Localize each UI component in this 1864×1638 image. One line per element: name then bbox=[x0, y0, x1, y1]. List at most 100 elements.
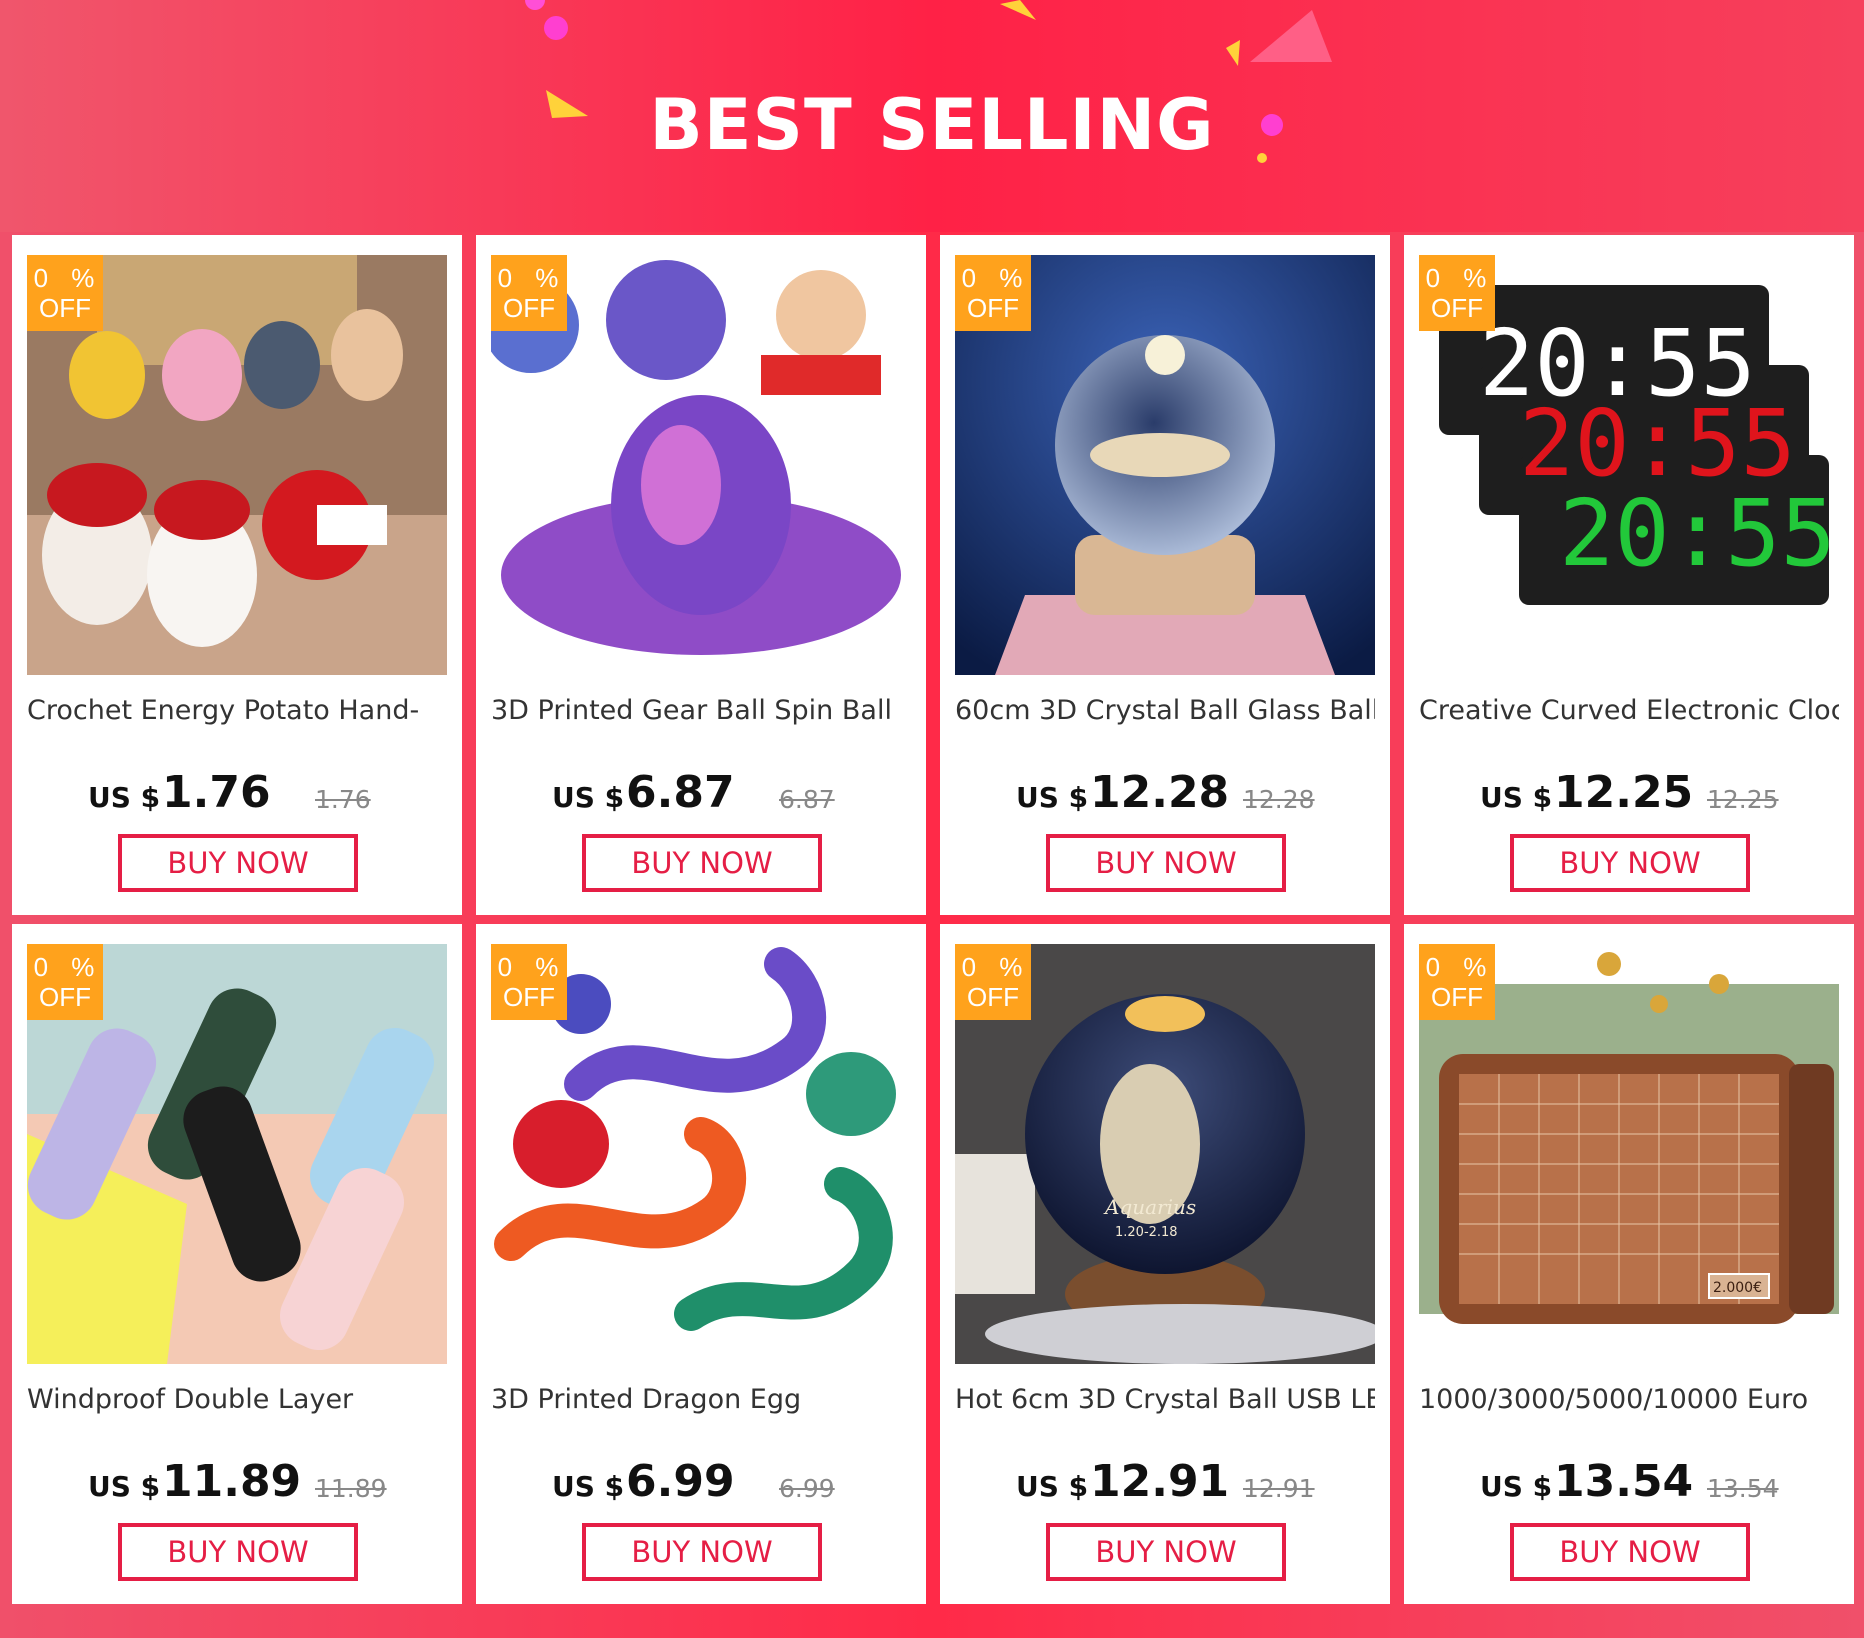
currency-label: US $ bbox=[88, 1470, 161, 1503]
sale-price: 6.87 bbox=[626, 767, 735, 818]
sale-price: 13.54 bbox=[1554, 1456, 1694, 1507]
buy-now-button[interactable]: BUY NOW bbox=[1046, 834, 1286, 892]
plate bbox=[985, 1304, 1375, 1364]
product-title[interactable]: 3D Printed Gear Ball Spin Ball bbox=[491, 695, 911, 726]
buy-now-button[interactable]: BUY NOW bbox=[582, 1523, 822, 1581]
sale-price: 11.89 bbox=[162, 1456, 302, 1507]
product-title[interactable]: Hot 6cm 3D Crystal Ball USB LED bbox=[955, 1384, 1375, 1415]
price-row: US $ 6.87 6.87 bbox=[476, 767, 926, 823]
product-title[interactable]: Windproof Double Layer bbox=[27, 1384, 447, 1415]
confetti-dot bbox=[525, 0, 545, 10]
sale-price: 12.25 bbox=[1554, 767, 1694, 818]
sale-price: 1.76 bbox=[162, 767, 271, 818]
egg-red bbox=[513, 1100, 609, 1188]
product-title[interactable]: 1000/3000/5000/10000 Euro bbox=[1419, 1384, 1839, 1415]
discount-badge: 0 % OFF bbox=[27, 255, 103, 331]
product-image[interactable]: 20:55 20:55 20:55 0 % OFF bbox=[1419, 255, 1839, 675]
doll-mouse bbox=[244, 321, 320, 409]
discount-off-label: OFF bbox=[1431, 293, 1483, 323]
discount-off-label: OFF bbox=[39, 982, 91, 1012]
doll-mushroom-hat-2 bbox=[154, 480, 250, 540]
product-card[interactable]: 2.000€ 0 % OFF 1000/3000/5000/10000 Euro… bbox=[1404, 924, 1854, 1604]
banner-title: BEST SELLING bbox=[649, 84, 1215, 166]
ball-highlight bbox=[1145, 335, 1185, 375]
egg-green bbox=[806, 1052, 896, 1136]
discount-off-label: OFF bbox=[1431, 982, 1483, 1012]
discount-percent: 0 % bbox=[1425, 952, 1495, 982]
confetti-triangle bbox=[1226, 40, 1240, 66]
price-row: US $ 12.91 12.91 bbox=[940, 1456, 1390, 1512]
coin bbox=[1650, 995, 1668, 1013]
product-image[interactable]: 0 % OFF bbox=[27, 255, 447, 675]
sale-price: 6.99 bbox=[626, 1456, 735, 1507]
banner: BEST SELLING bbox=[0, 0, 1864, 232]
discount-badge: 0 % OFF bbox=[27, 944, 103, 1020]
confetti-dot bbox=[544, 16, 568, 40]
price-row: US $ 1.76 1.76 bbox=[12, 767, 462, 823]
box-side bbox=[1789, 1064, 1834, 1314]
buy-now-button[interactable]: BUY NOW bbox=[1510, 834, 1750, 892]
product-image[interactable]: 0 % OFF bbox=[27, 944, 447, 1364]
page: BEST SELLING 0 % OFF Crochet Energy Pota… bbox=[0, 0, 1864, 1638]
product-image[interactable]: 2.000€ 0 % OFF bbox=[1419, 944, 1839, 1364]
original-price: 6.99 bbox=[779, 1474, 835, 1503]
currency-label: US $ bbox=[1480, 1470, 1553, 1503]
original-price: 11.89 bbox=[315, 1474, 387, 1503]
product-title[interactable]: 60cm 3D Crystal Ball Glass Ball bbox=[955, 695, 1375, 726]
original-price: 12.28 bbox=[1243, 785, 1315, 814]
product-card[interactable]: 0 % OFF 3D Printed Dragon Egg US $ 6.99 … bbox=[476, 924, 926, 1604]
price-row: US $ 6.99 6.99 bbox=[476, 1456, 926, 1512]
product-image[interactable]: 0 % OFF bbox=[491, 944, 911, 1364]
buy-now-button[interactable]: BUY NOW bbox=[1510, 1523, 1750, 1581]
glow-top bbox=[1125, 996, 1205, 1032]
product-card[interactable]: 0 % OFF 3D Printed Gear Ball Spin Ball U… bbox=[476, 235, 926, 915]
product-title[interactable]: Creative Curved Electronic Clock bbox=[1419, 695, 1839, 726]
sale-price: 12.91 bbox=[1090, 1456, 1230, 1507]
product-card[interactable]: 0 % OFF 60cm 3D Crystal Ball Glass Ball … bbox=[940, 235, 1390, 915]
discount-off-label: OFF bbox=[39, 293, 91, 323]
buy-now-button[interactable]: BUY NOW bbox=[1046, 1523, 1286, 1581]
buy-now-button[interactable]: BUY NOW bbox=[118, 1523, 358, 1581]
product-title[interactable]: 3D Printed Dragon Egg bbox=[491, 1384, 911, 1415]
price-row: US $ 12.28 12.28 bbox=[940, 767, 1390, 823]
product-image[interactable]: 0 % OFF bbox=[491, 255, 911, 675]
confetti-triangle bbox=[1000, 0, 1036, 20]
discount-badge: 0 % OFF bbox=[955, 255, 1031, 331]
product-card[interactable]: 0 % OFF Windproof Double Layer US $ 11.8… bbox=[12, 924, 462, 1604]
discount-percent: 0 % bbox=[497, 952, 567, 982]
currency-label: US $ bbox=[88, 781, 161, 814]
discount-badge: 0 % OFF bbox=[1419, 255, 1495, 331]
engraving-dates: 1.20-2.18 bbox=[1115, 1225, 1178, 1240]
photo-frame bbox=[955, 1154, 1035, 1294]
discount-badge: 0 % OFF bbox=[491, 255, 567, 331]
buy-now-button[interactable]: BUY NOW bbox=[118, 834, 358, 892]
price-row: US $ 13.54 13.54 bbox=[1404, 1456, 1854, 1512]
doll-potato bbox=[331, 309, 403, 401]
discount-percent: 0 % bbox=[961, 263, 1031, 293]
gear-ball-top bbox=[606, 260, 726, 380]
price-row: US $ 11.89 11.89 bbox=[12, 1456, 462, 1512]
product-card[interactable]: Aquarius 1.20-2.18 0 % OFF Hot 6cm 3D Cr… bbox=[940, 924, 1390, 1604]
discount-percent: 0 % bbox=[33, 952, 103, 982]
discount-off-label: OFF bbox=[967, 982, 1019, 1012]
galaxy bbox=[1090, 433, 1230, 477]
original-price: 13.54 bbox=[1707, 1474, 1779, 1503]
currency-label: US $ bbox=[1016, 1470, 1089, 1503]
product-card[interactable]: 0 % OFF Crochet Energy Potato Hand- US $… bbox=[12, 235, 462, 915]
product-title[interactable]: Crochet Energy Potato Hand- bbox=[27, 695, 447, 726]
original-price: 1.76 bbox=[315, 785, 371, 814]
discount-badge: 0 % OFF bbox=[955, 944, 1031, 1020]
coin bbox=[1709, 974, 1729, 994]
discount-percent: 0 % bbox=[1425, 263, 1495, 293]
currency-label: US $ bbox=[1480, 781, 1553, 814]
coin bbox=[1597, 952, 1621, 976]
currency-label: US $ bbox=[1016, 781, 1089, 814]
discount-percent: 0 % bbox=[961, 952, 1031, 982]
doll-mushroom-hat-1 bbox=[47, 463, 147, 527]
discount-percent: 0 % bbox=[497, 263, 567, 293]
product-image[interactable]: Aquarius 1.20-2.18 0 % OFF bbox=[955, 944, 1375, 1364]
product-image[interactable]: 0 % OFF bbox=[955, 255, 1375, 675]
product-card[interactable]: 20:55 20:55 20:55 0 % OFF Creative Curve… bbox=[1404, 235, 1854, 915]
currency-label: US $ bbox=[552, 1470, 625, 1503]
buy-now-button[interactable]: BUY NOW bbox=[582, 834, 822, 892]
